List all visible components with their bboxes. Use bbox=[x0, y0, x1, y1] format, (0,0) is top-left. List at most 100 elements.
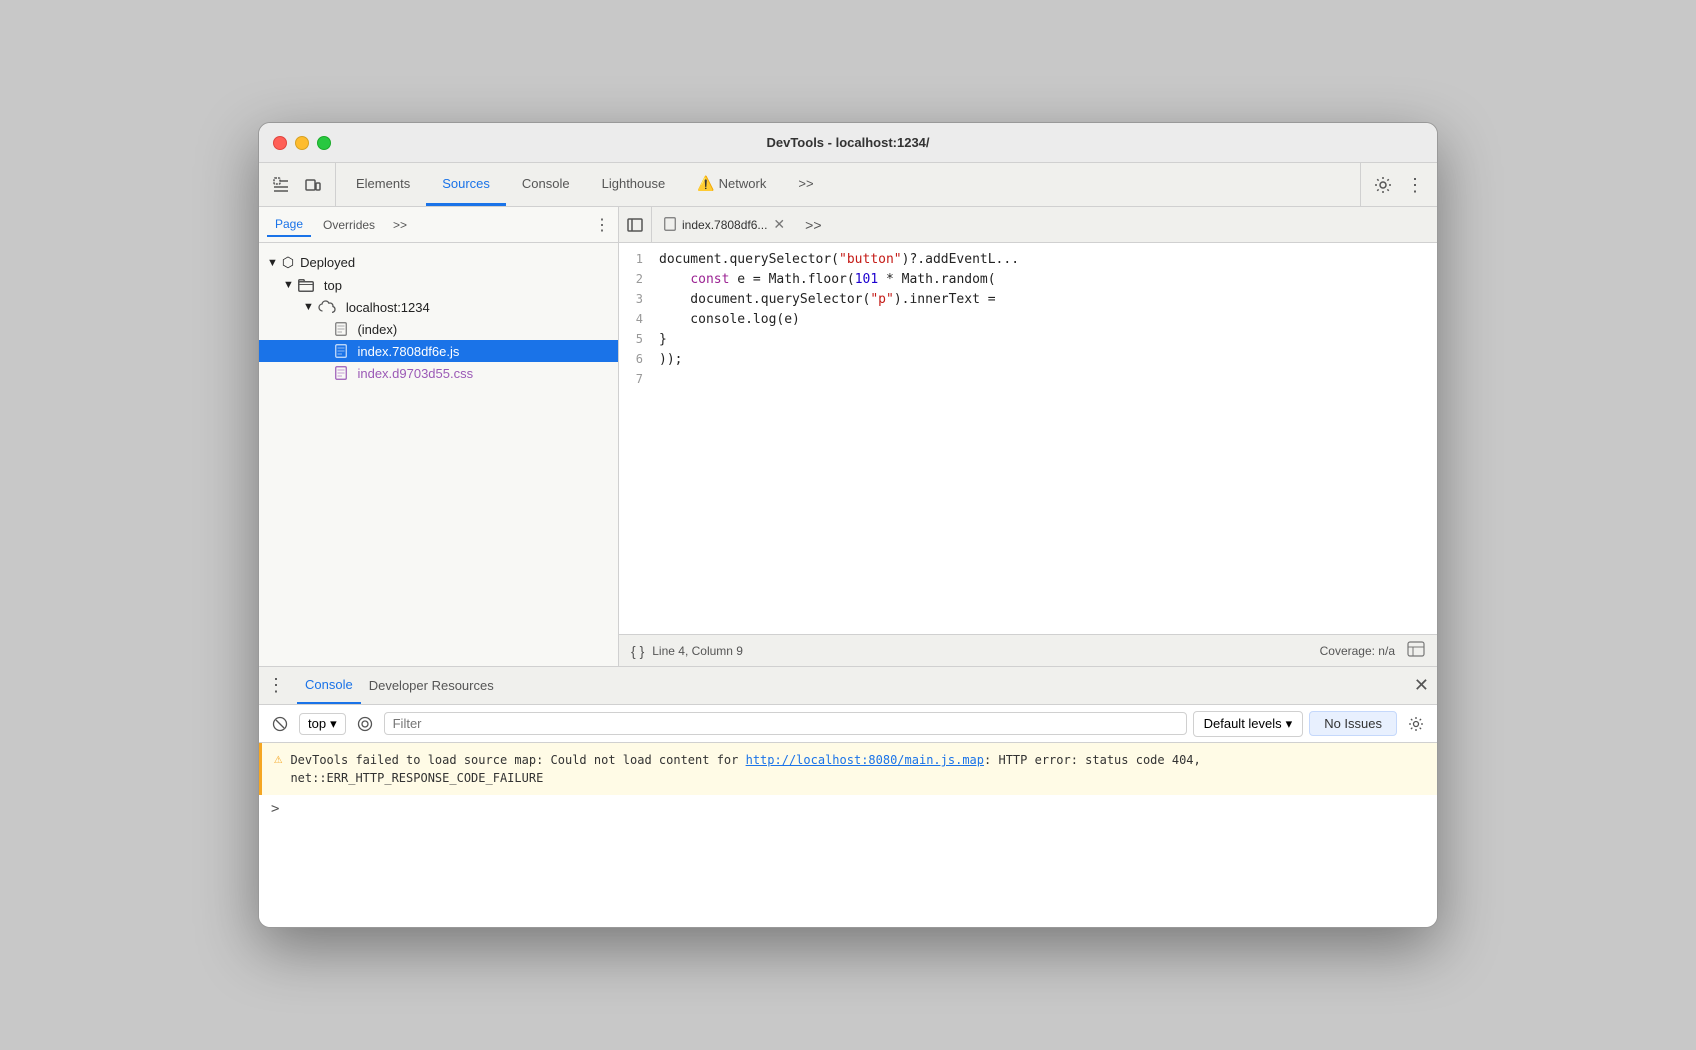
code-line-3: 3 document.querySelector("p").innerText … bbox=[619, 291, 1437, 311]
css-file-icon bbox=[335, 365, 347, 381]
tab-sources[interactable]: Sources bbox=[426, 163, 506, 206]
code-tab-js[interactable]: index.7808df6... ✕ bbox=[652, 207, 797, 242]
folder-icon-top bbox=[298, 277, 314, 293]
top-context-selector[interactable]: top ▾ bbox=[299, 713, 346, 735]
deployed-icon: ⬡ bbox=[282, 254, 294, 271]
tree-toggle-top: ▼ bbox=[283, 279, 294, 291]
console-more-icon[interactable]: ⋮ bbox=[267, 675, 285, 696]
code-panel: index.7808df6... ✕ >> 1 document.querySe… bbox=[619, 207, 1437, 666]
default-levels-dropdown-icon: ▾ bbox=[1286, 716, 1293, 732]
code-area: 1 document.querySelector("button")?.addE… bbox=[619, 243, 1437, 634]
console-close-icon[interactable]: ✕ bbox=[1414, 675, 1429, 696]
console-settings-icon[interactable] bbox=[1403, 711, 1429, 737]
console-toolbar: top ▾ Default levels ▾ No Issues bbox=[259, 705, 1437, 743]
settings-icon[interactable] bbox=[1369, 171, 1397, 199]
tree-item-js[interactable]: ▶ index.7808df6e.js bbox=[259, 340, 618, 362]
console-warning-message: ⚠ DevTools failed to load source map: Co… bbox=[259, 743, 1437, 795]
device-toggle-icon[interactable] bbox=[299, 171, 327, 199]
pretty-print-icon[interactable]: { } bbox=[631, 643, 644, 659]
coverage-label: Coverage: n/a bbox=[1320, 644, 1395, 658]
traffic-lights bbox=[273, 136, 331, 150]
tree-item-localhost[interactable]: ▼ localhost:1234 bbox=[259, 296, 618, 318]
devtools-toolbar: Elements Sources Console Lighthouse ⚠️ N… bbox=[259, 163, 1437, 207]
panel-tab-page[interactable]: Page bbox=[267, 213, 311, 237]
tree-label-index: (index) bbox=[357, 322, 397, 337]
tab-more[interactable]: >> bbox=[782, 163, 829, 206]
minimize-button[interactable] bbox=[295, 136, 309, 150]
tree-item-index[interactable]: ▶ (index) bbox=[259, 318, 618, 340]
console-prompt: > bbox=[259, 795, 1437, 823]
warning-text: DevTools failed to load source map: Coul… bbox=[290, 751, 1425, 787]
code-tab-file-icon bbox=[664, 217, 676, 232]
default-levels-button[interactable]: Default levels ▾ bbox=[1193, 711, 1304, 737]
filter-input[interactable] bbox=[384, 712, 1187, 735]
warning-link[interactable]: http://localhost:8080/main.js.map bbox=[746, 753, 984, 767]
top-context-dropdown-icon: ▾ bbox=[330, 716, 337, 732]
title-bar: DevTools - localhost:1234/ bbox=[259, 123, 1437, 163]
toolbar-right: ⋮ bbox=[1360, 163, 1429, 206]
code-line-2: 2 const e = Math.floor(101 * Math.random… bbox=[619, 271, 1437, 291]
toolbar-tabs: Elements Sources Console Lighthouse ⚠️ N… bbox=[340, 163, 1360, 206]
tab-console[interactable]: Console bbox=[506, 163, 586, 206]
no-issues-label: No Issues bbox=[1324, 716, 1382, 731]
tab-network[interactable]: ⚠️ Network bbox=[681, 163, 782, 206]
tree-label-top: top bbox=[324, 278, 342, 293]
panel-tab-more[interactable]: >> bbox=[387, 216, 413, 234]
tree-label-css: index.d9703d55.css bbox=[357, 366, 473, 381]
coverage-icon[interactable] bbox=[1407, 641, 1425, 660]
code-line-4: 4 console.log(e) bbox=[619, 311, 1437, 331]
tab-lighthouse[interactable]: Lighthouse bbox=[586, 163, 682, 206]
maximize-button[interactable] bbox=[317, 136, 331, 150]
devtools-window: DevTools - localhost:1234/ Ele bbox=[258, 122, 1438, 928]
main-content: Page Overrides >> ⋮ ▼ ⬡ Deployed ▼ bbox=[259, 207, 1437, 667]
console-output: ⚠ DevTools failed to load source map: Co… bbox=[259, 743, 1437, 927]
code-tabs: index.7808df6... ✕ >> bbox=[619, 207, 1437, 243]
status-right: Coverage: n/a bbox=[1320, 641, 1425, 660]
file-icon-index bbox=[335, 321, 347, 337]
panel-tabs: Page Overrides >> ⋮ bbox=[259, 207, 618, 243]
code-line-1: 1 document.querySelector("button")?.addE… bbox=[619, 251, 1437, 271]
tree-item-css[interactable]: ▶ index.d9703d55.css bbox=[259, 362, 618, 384]
toolbar-icons bbox=[267, 163, 336, 206]
tree-item-deployed[interactable]: ▼ ⬡ Deployed bbox=[259, 251, 618, 274]
console-tab-devres[interactable]: Developer Resources bbox=[361, 667, 502, 704]
code-tabs-more[interactable]: >> bbox=[797, 207, 829, 242]
code-tab-label: index.7808df6... bbox=[682, 218, 767, 232]
prompt-arrow-icon: > bbox=[271, 801, 279, 817]
tree-label-js: index.7808df6e.js bbox=[357, 344, 459, 359]
sidebar-toggle-icon[interactable] bbox=[619, 207, 652, 242]
cursor-position: Line 4, Column 9 bbox=[652, 644, 743, 658]
code-tab-close-icon[interactable]: ✕ bbox=[773, 216, 785, 233]
no-issues-button[interactable]: No Issues bbox=[1309, 711, 1397, 736]
customize-icon[interactable]: ⋮ bbox=[1401, 171, 1429, 199]
show-issues-icon[interactable] bbox=[352, 711, 378, 737]
tree-toggle-localhost: ▼ bbox=[303, 301, 314, 313]
status-left: { } Line 4, Column 9 bbox=[631, 643, 743, 659]
tab-elements[interactable]: Elements bbox=[340, 163, 426, 206]
code-line-7: 7 bbox=[619, 371, 1437, 391]
tree-toggle-deployed: ▼ bbox=[267, 257, 278, 269]
coverage-button[interactable]: Coverage: n/a bbox=[1320, 644, 1395, 658]
cloud-icon bbox=[318, 299, 336, 315]
clear-console-icon[interactable] bbox=[267, 711, 293, 737]
console-panel: ⋮ Console Developer Resources ✕ top ▾ bbox=[259, 667, 1437, 927]
js-file-icon bbox=[335, 343, 347, 359]
console-tab-console[interactable]: Console bbox=[297, 667, 361, 704]
code-line-5: 5 } bbox=[619, 331, 1437, 351]
tree-item-top[interactable]: ▼ top bbox=[259, 274, 618, 296]
warning-icon: ⚠ bbox=[274, 751, 282, 767]
network-warning-icon: ⚠️ bbox=[697, 175, 714, 192]
tree-label-deployed: Deployed bbox=[300, 255, 355, 270]
code-line-6: 6 )); bbox=[619, 351, 1437, 371]
panel-more-options[interactable]: ⋮ bbox=[594, 215, 610, 235]
window-title: DevTools - localhost:1234/ bbox=[766, 135, 929, 150]
file-tree: ▼ ⬡ Deployed ▼ top bbox=[259, 243, 618, 666]
file-panel: Page Overrides >> ⋮ ▼ ⬡ Deployed ▼ bbox=[259, 207, 619, 666]
console-header: ⋮ Console Developer Resources ✕ bbox=[259, 667, 1437, 705]
panel-tab-overrides[interactable]: Overrides bbox=[315, 214, 383, 236]
status-bar: { } Line 4, Column 9 Coverage: n/a bbox=[619, 634, 1437, 666]
top-context-label: top bbox=[308, 716, 326, 731]
close-button[interactable] bbox=[273, 136, 287, 150]
inspect-element-icon[interactable] bbox=[267, 171, 295, 199]
tree-label-localhost: localhost:1234 bbox=[346, 300, 430, 315]
